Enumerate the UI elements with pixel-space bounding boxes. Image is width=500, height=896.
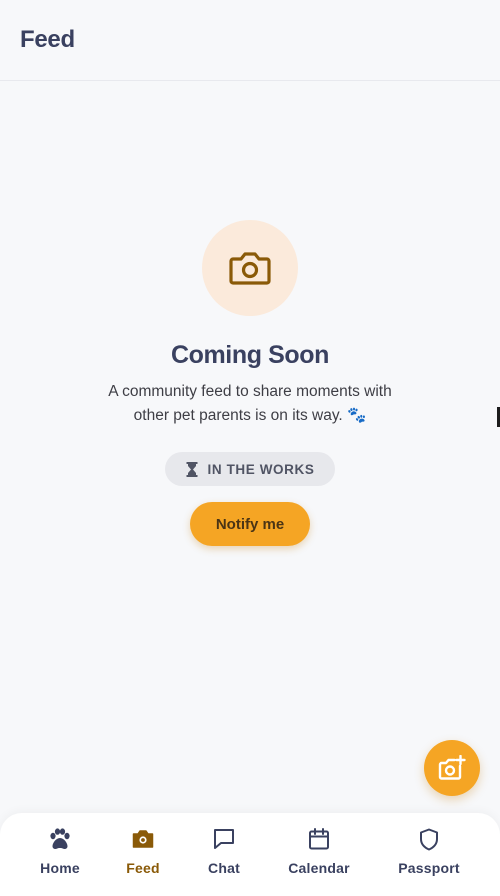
bottom-tab-bar: Home Feed Chat Calendar Passport: [0, 813, 500, 896]
tab-label: Feed: [126, 860, 160, 876]
hero-icon-circle: [202, 220, 298, 316]
hourglass-icon: [186, 461, 198, 477]
tab-home[interactable]: Home: [35, 825, 85, 885]
tab-label: Home: [40, 860, 80, 876]
tab-calendar[interactable]: Calendar: [284, 825, 354, 885]
notify-me-button[interactable]: Notify me: [190, 502, 310, 546]
tab-chat[interactable]: Chat: [203, 825, 245, 885]
status-badge: IN THE WORKS: [165, 452, 335, 486]
tab-label: Calendar: [288, 860, 350, 876]
camera-icon: [229, 252, 271, 285]
tab-label: Passport: [398, 860, 460, 876]
top-app-bar: Feed: [0, 0, 500, 81]
calendar-icon: [309, 828, 329, 850]
tab-feed[interactable]: Feed: [123, 825, 163, 885]
description-line: A community feed to share moments with: [108, 383, 392, 400]
badge-label: IN THE WORKS: [207, 461, 315, 477]
tab-passport[interactable]: Passport: [393, 825, 465, 885]
shield-icon: [420, 828, 438, 850]
coming-soon-description: A community feed to share moments with o…: [80, 380, 420, 428]
coming-soon-title: Coming Soon: [170, 341, 330, 369]
add-photo-fab[interactable]: [424, 740, 480, 796]
tab-label: Chat: [208, 860, 240, 876]
add-photo-icon: [438, 755, 466, 780]
chat-icon: [214, 829, 234, 849]
paw-icon: [50, 828, 70, 850]
description-line: other pet parents is on its way. 🐾: [133, 407, 367, 424]
camera-icon: [132, 830, 154, 848]
page-title: Feed: [20, 26, 75, 53]
